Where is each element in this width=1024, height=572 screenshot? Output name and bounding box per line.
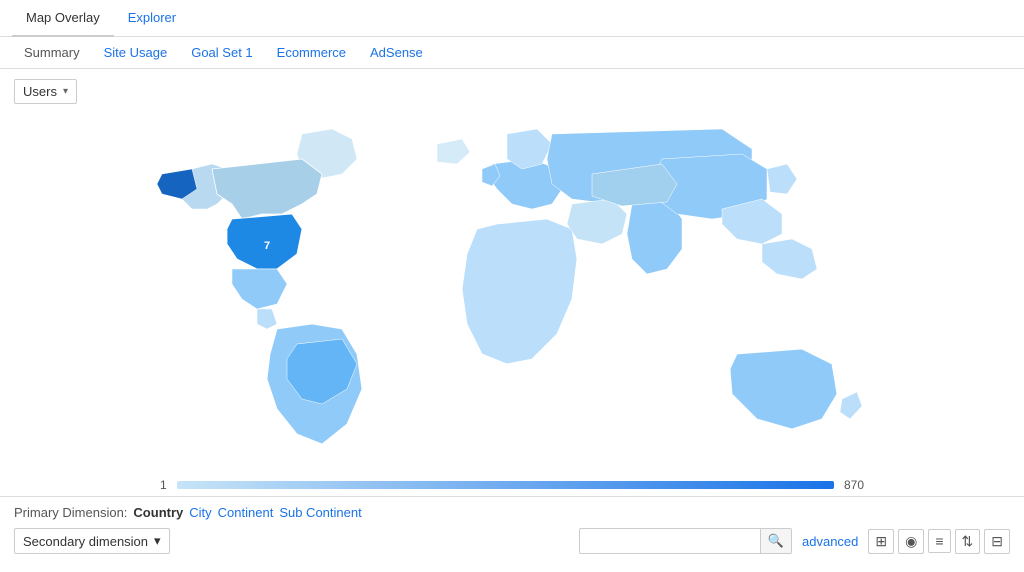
dropdown-arrow-icon: ▾ bbox=[63, 86, 68, 97]
pie-icon: ◉ bbox=[905, 533, 917, 549]
columns-icon: ⊟ bbox=[991, 533, 1003, 549]
sort-icon: ⇅ bbox=[962, 533, 974, 549]
columns-button[interactable]: ⊟ bbox=[984, 529, 1010, 554]
primary-dimension-continent[interactable]: Continent bbox=[218, 505, 274, 520]
tab-adsense[interactable]: AdSense bbox=[358, 37, 435, 68]
legend-bar: 1 870 bbox=[0, 474, 1024, 496]
secondary-dropdown-arrow-icon: ▾ bbox=[154, 533, 161, 549]
users-dropdown[interactable]: Users ▾ bbox=[14, 79, 77, 104]
svg-text:7: 7 bbox=[264, 240, 270, 252]
primary-dimension-city[interactable]: City bbox=[189, 505, 211, 520]
secondary-dimension-dropdown[interactable]: Secondary dimension ▾ bbox=[14, 528, 170, 554]
primary-dimension-label: Primary Dimension: bbox=[14, 505, 127, 520]
top-tabs: Map Overlay Explorer bbox=[0, 0, 1024, 37]
legend-min: 1 bbox=[160, 478, 167, 492]
primary-dimension-country: Country bbox=[133, 505, 183, 520]
grid-icon: ⊞ bbox=[875, 533, 887, 549]
secondary-row: Secondary dimension ▾ 🔍 advanced ⊞ ◉ ≡ ⇅… bbox=[14, 528, 1010, 554]
tab-goal-set-1[interactable]: Goal Set 1 bbox=[179, 37, 264, 68]
search-input[interactable] bbox=[580, 530, 760, 553]
legend-max: 870 bbox=[844, 478, 864, 492]
bottom-bar: Primary Dimension: Country City Continen… bbox=[0, 496, 1024, 562]
advanced-link[interactable]: advanced bbox=[796, 534, 864, 549]
search-button[interactable]: 🔍 bbox=[760, 529, 791, 553]
tab-site-usage[interactable]: Site Usage bbox=[92, 37, 180, 68]
map-container: 7 bbox=[0, 114, 1024, 474]
primary-dimension-subcontinent[interactable]: Sub Continent bbox=[279, 505, 361, 520]
list-view-button[interactable]: ≡ bbox=[928, 529, 950, 553]
legend-gradient bbox=[177, 481, 834, 489]
tab-ecommerce[interactable]: Ecommerce bbox=[265, 37, 358, 68]
toolbar-right: 🔍 advanced ⊞ ◉ ≡ ⇅ ⊟ bbox=[579, 528, 1010, 554]
world-map: 7 bbox=[0, 114, 1024, 474]
tab-map-overlay[interactable]: Map Overlay bbox=[12, 0, 114, 37]
primary-dimension-row: Primary Dimension: Country City Continen… bbox=[14, 505, 1010, 520]
controls-row: Users ▾ bbox=[0, 69, 1024, 114]
search-box: 🔍 bbox=[579, 528, 792, 554]
tab-summary[interactable]: Summary bbox=[12, 37, 92, 68]
list-icon: ≡ bbox=[935, 533, 943, 549]
sort-button[interactable]: ⇅ bbox=[955, 529, 981, 554]
tab-explorer[interactable]: Explorer bbox=[114, 0, 190, 37]
sub-tabs: Summary Site Usage Goal Set 1 Ecommerce … bbox=[0, 37, 1024, 69]
pie-view-button[interactable]: ◉ bbox=[898, 529, 924, 554]
grid-view-button[interactable]: ⊞ bbox=[868, 529, 894, 554]
